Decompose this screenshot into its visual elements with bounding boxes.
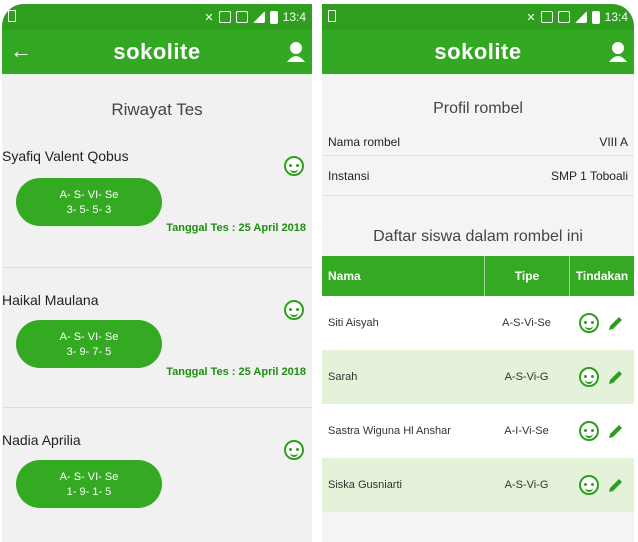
back-arrow-icon[interactable]: ← [10, 38, 32, 64]
signal-icon [252, 11, 265, 23]
smiley-icon[interactable] [578, 313, 599, 333]
wifi-icon [557, 11, 570, 23]
test-card[interactable]: Haikal Maulana A- S- VI- Se 3- 9- 7- 5 T… [2, 268, 312, 408]
table-row[interactable]: Siti Aisyah A-S-Vi-Se [322, 296, 634, 350]
result-code: A- S- VI- Se [59, 188, 119, 201]
result-code: A- S- VI- Se [59, 330, 119, 343]
status-bar: ✕ 13:4 [322, 4, 634, 30]
app-bar: sokolite [322, 30, 634, 74]
smiley-icon[interactable] [578, 475, 599, 495]
edit-pencil-icon[interactable] [607, 476, 625, 494]
test-card[interactable]: Syafiq Valent Qobus A- S- VI- Se 3- 5- 5… [2, 148, 312, 268]
field-value: VIII A [599, 134, 628, 149]
edit-pencil-icon[interactable] [607, 314, 625, 332]
header-name: Nama [328, 269, 361, 283]
signal-icon [574, 11, 587, 23]
header-type: Tipe [484, 256, 569, 296]
student-type: A-I-Vi-Se [504, 425, 549, 437]
header-action: Tindakan [569, 256, 634, 296]
result-pill[interactable]: A- S- VI- Se 3- 5- 5- 3 [16, 178, 162, 226]
row-actions [569, 475, 634, 495]
student-name: Nadia Aprilia [2, 432, 81, 448]
mute-icon: ✕ [204, 11, 214, 24]
test-card[interactable]: Nadia Aprilia A- S- VI- Se 1- 9- 1- 5 [2, 408, 312, 528]
student-name: Sarah [328, 371, 358, 383]
table-row[interactable]: Siska Gusniarti A-S-Vi-G [322, 458, 634, 512]
result-scores: 3- 5- 5- 3 [66, 203, 112, 216]
smiley-icon[interactable] [284, 440, 304, 460]
phone-test-history: ✕ 13:4 ← sokolite Riwayat Tes Syafiq Val… [2, 4, 312, 542]
row-actions [569, 367, 634, 387]
student-name: Siska Gusniarti [328, 479, 402, 491]
student-name: Siti Aisyah [328, 317, 379, 329]
edit-pencil-icon[interactable] [607, 422, 625, 440]
info-row-class-name: Nama rombel VIII A [322, 128, 634, 156]
profile-heading: Profil rombel [433, 100, 523, 117]
row-actions [569, 313, 634, 333]
result-pill[interactable]: A- S- VI- Se 1- 9- 1- 5 [16, 460, 162, 508]
battery-icon [591, 10, 600, 24]
students-heading: Daftar siswa dalam rombel ini [373, 228, 583, 245]
status-time: 13:4 [282, 10, 306, 24]
app-title: sokolite [113, 39, 201, 64]
edit-pencil-icon[interactable] [607, 368, 625, 386]
sim-icon [328, 10, 336, 22]
mute-icon: ✕ [526, 11, 536, 24]
smiley-icon[interactable] [578, 421, 599, 441]
student-name: Syafiq Valent Qobus [2, 148, 129, 164]
app-bar: ← sokolite [2, 30, 312, 74]
account-icon[interactable] [286, 41, 306, 63]
row-actions [569, 421, 634, 441]
battery-icon [269, 10, 278, 24]
data-icon [218, 11, 231, 23]
result-scores: 1- 9- 1- 5 [66, 485, 112, 498]
student-type: A-S-Vi-Se [502, 317, 551, 329]
smiley-icon[interactable] [578, 367, 599, 387]
result-pill[interactable]: A- S- VI- Se 3- 9- 7- 5 [16, 320, 162, 368]
table-row[interactable]: Sastra Wiguna Hl Anshar A-I-Vi-Se [322, 404, 634, 458]
data-icon [540, 11, 553, 23]
status-bar: ✕ 13:4 [2, 4, 312, 30]
student-type: A-S-Vi-G [504, 479, 549, 491]
result-scores: 3- 9- 7- 5 [66, 345, 112, 358]
screenshot-stage: ✕ 13:4 ← sokolite Riwayat Tes Syafiq Val… [0, 0, 638, 542]
smiley-icon[interactable] [284, 300, 304, 320]
test-date: Tanggal Tes : 25 April 2018 [166, 366, 306, 378]
table-row[interactable]: Sarah A-S-Vi-G [322, 350, 634, 404]
student-name: Haikal Maulana [2, 292, 99, 308]
status-time: 13:4 [604, 10, 628, 24]
field-value: SMP 1 Toboali [551, 168, 628, 183]
field-label: Instansi [328, 168, 370, 183]
student-name: Sastra Wiguna Hl Anshar [328, 425, 451, 437]
smiley-icon[interactable] [284, 156, 304, 176]
info-row-institution: Instansi SMP 1 Toboali [322, 156, 634, 196]
app-title: sokolite [434, 39, 522, 64]
field-label: Nama rombel [328, 134, 401, 149]
wifi-icon [235, 11, 248, 23]
account-icon[interactable] [608, 41, 628, 63]
phone-class-profile: ✕ 13:4 sokolite Profil rombel Nama rombe… [322, 4, 634, 542]
student-type: A-S-Vi-G [504, 371, 549, 383]
table-header: Nama Tipe Tindakan [322, 256, 634, 296]
page-title: Riwayat Tes [111, 100, 203, 119]
test-date: Tanggal Tes : 25 April 2018 [166, 222, 306, 234]
result-code: A- S- VI- Se [59, 470, 119, 483]
sim-icon [8, 10, 16, 22]
